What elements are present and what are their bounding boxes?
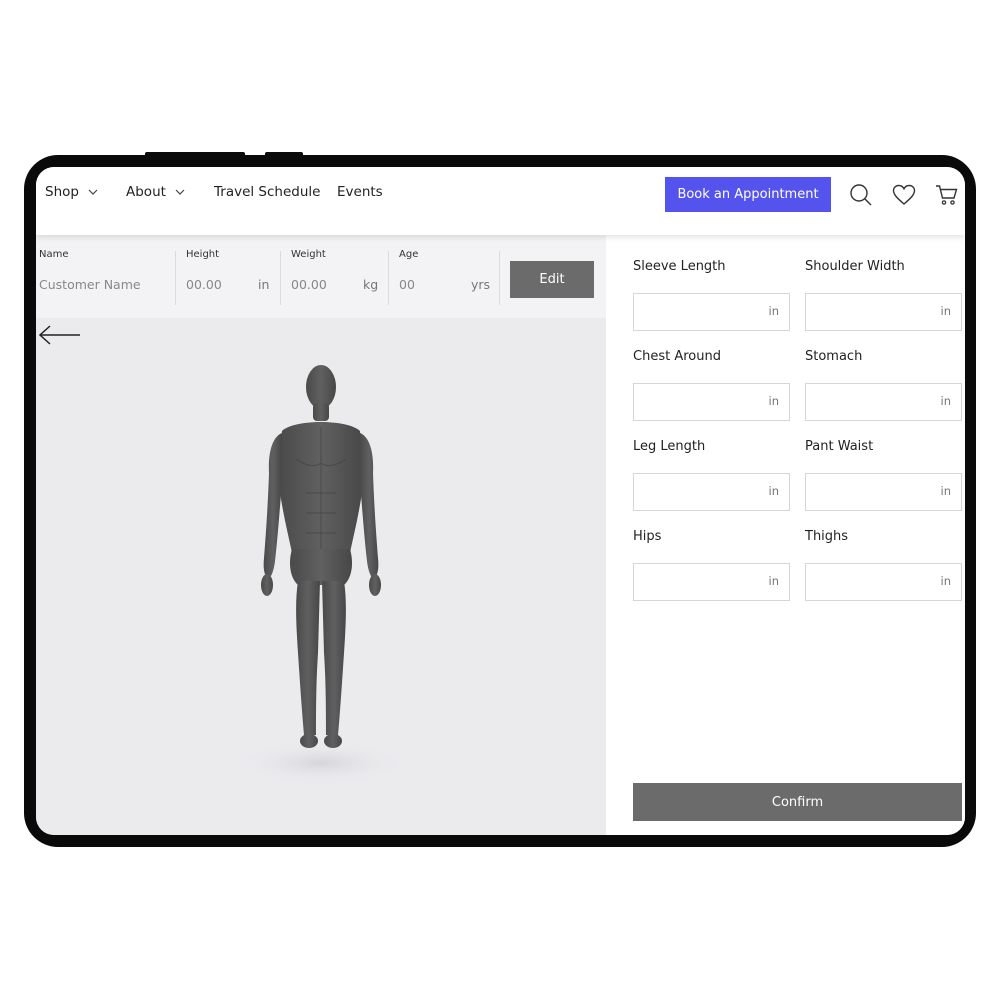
measurement-label: Shoulder Width <box>805 259 905 274</box>
nav-label: Shop <box>45 184 79 200</box>
chevron-down-icon <box>175 189 185 195</box>
unit-label: kg <box>363 277 379 292</box>
book-appointment-button[interactable]: Book an Appointment <box>665 177 831 212</box>
unit-label: in <box>768 574 779 588</box>
thighs-field: Thighs in <box>805 529 962 601</box>
unit-label: in <box>940 574 951 588</box>
stomach-input[interactable]: in <box>805 383 962 421</box>
hips-input[interactable]: in <box>633 563 790 601</box>
confirm-button[interactable]: Confirm <box>633 783 962 821</box>
model-panel: Name Customer Name Height 00.00 in Weigh… <box>36 235 606 835</box>
nav-about[interactable]: About <box>126 184 185 200</box>
chest-around-field: Chest Around in <box>633 349 790 421</box>
field-label: Age <box>399 249 419 260</box>
shoulder-width-input[interactable]: in <box>805 293 962 331</box>
back-arrow-icon[interactable] <box>38 323 82 347</box>
leg-length-field: Leg Length in <box>633 439 790 511</box>
measurement-label: Thighs <box>805 529 849 544</box>
nav-shop[interactable]: Shop <box>45 184 98 200</box>
chest-around-input[interactable]: in <box>633 383 790 421</box>
stomach-field: Stomach in <box>805 349 962 421</box>
measurement-label: Sleeve Length <box>633 259 726 274</box>
thighs-input[interactable]: in <box>805 563 962 601</box>
field-label: Height <box>186 249 220 260</box>
unit-label: yrs <box>471 277 491 292</box>
unit-label: in <box>940 484 951 498</box>
heart-icon[interactable] <box>892 183 916 207</box>
app-screen: Shop About Travel Schedule Events Book a… <box>36 167 965 835</box>
measurement-label: Pant Waist <box>805 439 874 454</box>
edit-button[interactable]: Edit <box>510 261 594 298</box>
height-field[interactable]: Height 00.00 in <box>186 249 272 305</box>
field-label: Name <box>39 249 69 260</box>
weight-field[interactable]: Weight 00.00 kg <box>291 249 381 305</box>
divider <box>175 251 176 305</box>
cart-icon[interactable] <box>935 183 959 207</box>
divider <box>499 251 500 305</box>
name-input[interactable]: Customer Name <box>39 277 141 292</box>
unit-label: in <box>768 394 779 408</box>
measurement-label: Hips <box>633 529 662 544</box>
chevron-down-icon <box>88 189 98 195</box>
nav-label: Events <box>337 184 383 200</box>
unit-label: in <box>940 304 951 318</box>
pant-waist-input[interactable]: in <box>805 473 962 511</box>
measurement-label: Stomach <box>805 349 863 364</box>
measurement-label: Leg Length <box>633 439 706 454</box>
weight-input[interactable]: 00.00 <box>291 277 327 292</box>
height-input[interactable]: 00.00 <box>186 277 222 292</box>
divider <box>280 251 281 305</box>
unit-label: in <box>940 394 951 408</box>
unit-label: in <box>768 304 779 318</box>
nav-label: About <box>126 184 166 200</box>
age-input[interactable]: 00 <box>399 277 415 292</box>
field-label: Weight <box>291 249 326 260</box>
divider <box>388 251 389 305</box>
search-icon[interactable] <box>849 183 873 207</box>
unit-label: in <box>258 277 270 292</box>
mannequin-model[interactable] <box>216 363 426 783</box>
leg-length-input[interactable]: in <box>633 473 790 511</box>
sleeve-length-field: Sleeve Length in <box>633 259 790 331</box>
age-field[interactable]: Age 00 yrs <box>399 249 494 305</box>
nav-travel-schedule[interactable]: Travel Schedule <box>214 184 320 200</box>
customer-info-bar: Name Customer Name Height 00.00 in Weigh… <box>36 235 606 318</box>
pant-waist-field: Pant Waist in <box>805 439 962 511</box>
nav-events[interactable]: Events <box>337 184 383 200</box>
name-field[interactable]: Name Customer Name <box>39 249 174 305</box>
nav-label: Travel Schedule <box>214 184 321 200</box>
measurements-panel: Sleeve Length in Shoulder Width in Chest… <box>606 235 965 835</box>
shoulder-width-field: Shoulder Width in <box>805 259 962 331</box>
hips-field: Hips in <box>633 529 790 601</box>
top-navigation: Shop About Travel Schedule Events Book a… <box>36 167 965 235</box>
sleeve-length-input[interactable]: in <box>633 293 790 331</box>
measurement-label: Chest Around <box>633 349 721 364</box>
unit-label: in <box>768 484 779 498</box>
